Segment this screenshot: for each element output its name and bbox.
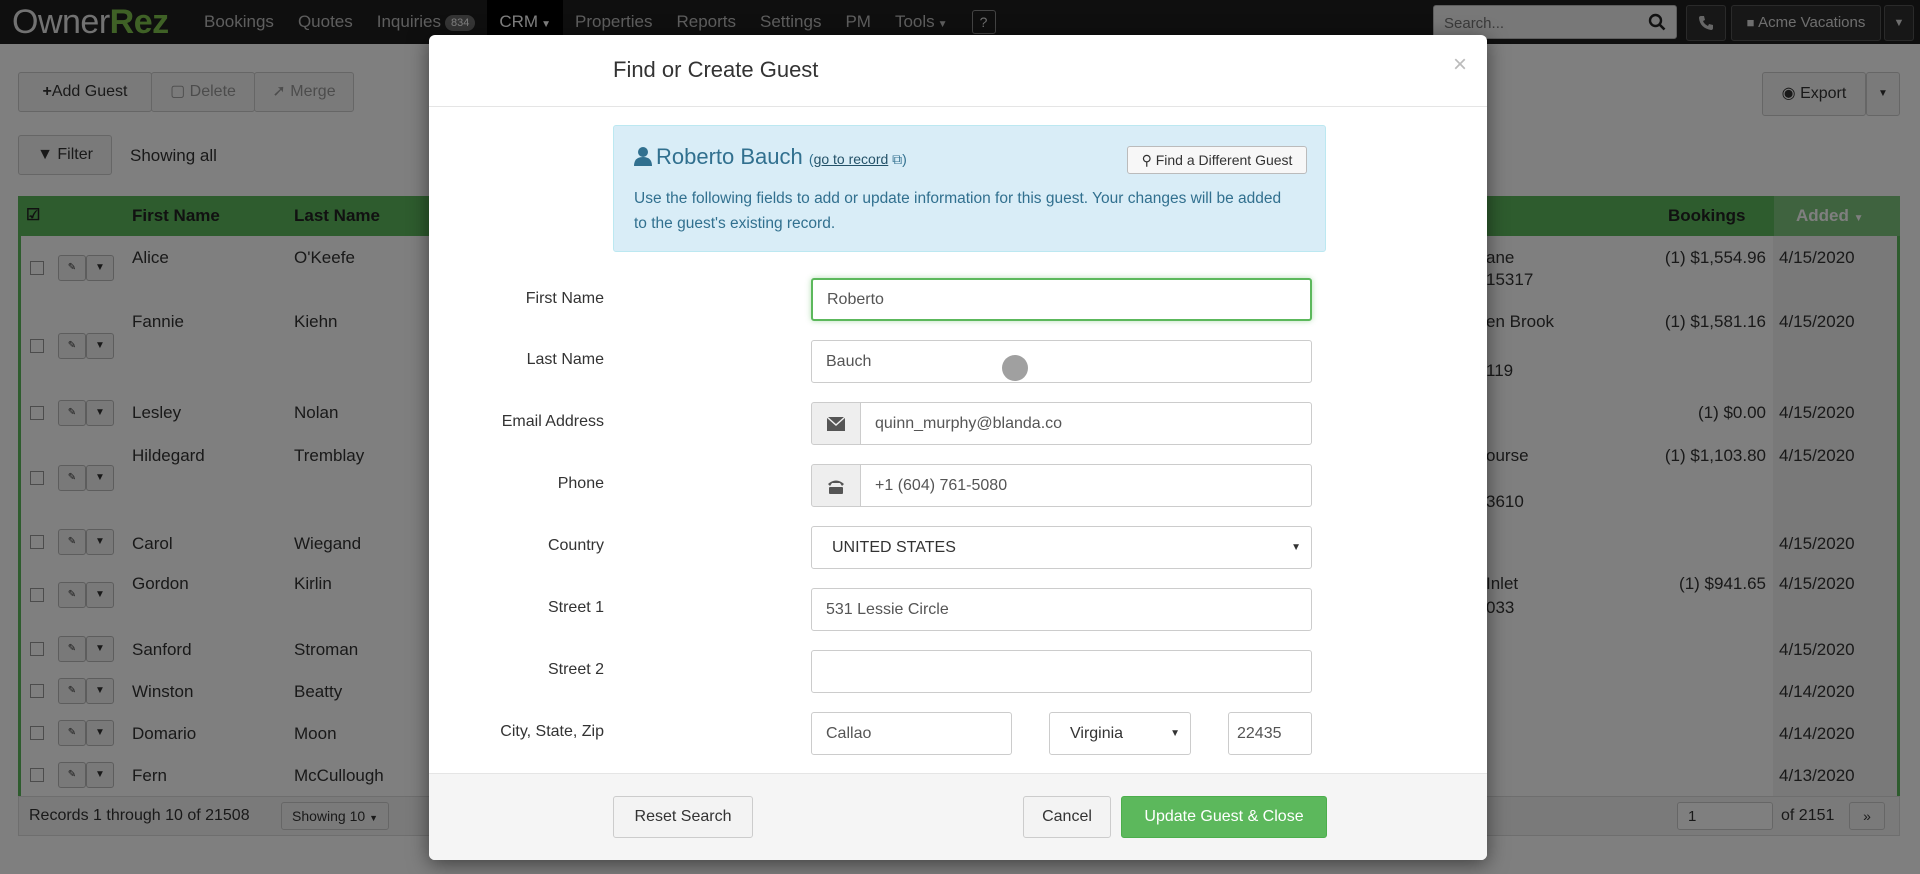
info-message: Use the following fields to add or updat… bbox=[634, 190, 1282, 232]
find-different-guest-label: Find a Different Guest bbox=[1155, 152, 1293, 168]
street2-label: Street 2 bbox=[547, 661, 604, 678]
external-link-icon: ⧉ bbox=[892, 151, 903, 167]
first-name-input[interactable] bbox=[811, 278, 1312, 321]
go-to-record-link[interactable]: (go to record ⧉) bbox=[809, 151, 907, 167]
zip-input[interactable] bbox=[1228, 712, 1312, 755]
email-addon bbox=[811, 402, 861, 445]
modal-title: Find or Create Guest bbox=[613, 57, 819, 82]
mouse-cursor bbox=[1002, 355, 1028, 381]
reset-search-button[interactable]: Reset Search bbox=[613, 796, 753, 838]
search-icon: ⚲ bbox=[1141, 152, 1156, 168]
city-state-zip-label: City, State, Zip bbox=[500, 723, 604, 740]
country-value: UNITED STATES bbox=[832, 539, 956, 556]
guest-heading: Roberto Bauch (go to record ⧉) bbox=[634, 144, 907, 170]
user-icon bbox=[634, 147, 652, 166]
city-input[interactable] bbox=[811, 712, 1012, 755]
street2-input[interactable] bbox=[811, 650, 1312, 693]
phone-input[interactable] bbox=[860, 464, 1312, 507]
envelope-icon bbox=[826, 416, 846, 431]
find-different-guest-button[interactable]: ⚲ Find a Different Guest bbox=[1127, 146, 1307, 174]
find-create-guest-modal: Find or Create Guest × Roberto Bauch (go… bbox=[429, 35, 1487, 860]
phone-icon bbox=[828, 480, 844, 494]
update-guest-close-button[interactable]: Update Guest & Close bbox=[1121, 796, 1327, 838]
state-select[interactable]: Virginia ▼ bbox=[1049, 712, 1191, 755]
guest-info-panel: Roberto Bauch (go to record ⧉) ⚲ Find a … bbox=[613, 125, 1326, 252]
phone-label: Phone bbox=[557, 475, 604, 492]
phone-addon bbox=[811, 464, 861, 507]
country-label: Country bbox=[547, 537, 604, 554]
street1-input[interactable] bbox=[811, 588, 1312, 631]
street1-label: Street 1 bbox=[547, 599, 604, 616]
chevron-down-icon: ▼ bbox=[1170, 728, 1180, 739]
email-input[interactable] bbox=[860, 402, 1312, 445]
close-icon[interactable]: × bbox=[1453, 51, 1467, 79]
cancel-button[interactable]: Cancel bbox=[1023, 796, 1111, 838]
guest-name: Roberto Bauch bbox=[656, 144, 803, 169]
last-name-label: Last Name bbox=[526, 351, 604, 368]
modal-footer: Reset Search Cancel Update Guest & Close bbox=[429, 773, 1487, 860]
last-name-input[interactable] bbox=[811, 340, 1312, 383]
first-name-label: First Name bbox=[525, 290, 604, 307]
chevron-down-icon: ▼ bbox=[1291, 542, 1301, 553]
go-to-record-label: go to record bbox=[813, 151, 889, 167]
email-label: Email Address bbox=[501, 413, 604, 430]
state-value: Virginia bbox=[1070, 725, 1124, 742]
country-select[interactable]: UNITED STATES ▼ bbox=[811, 526, 1312, 569]
modal-header-divider bbox=[429, 106, 1487, 107]
